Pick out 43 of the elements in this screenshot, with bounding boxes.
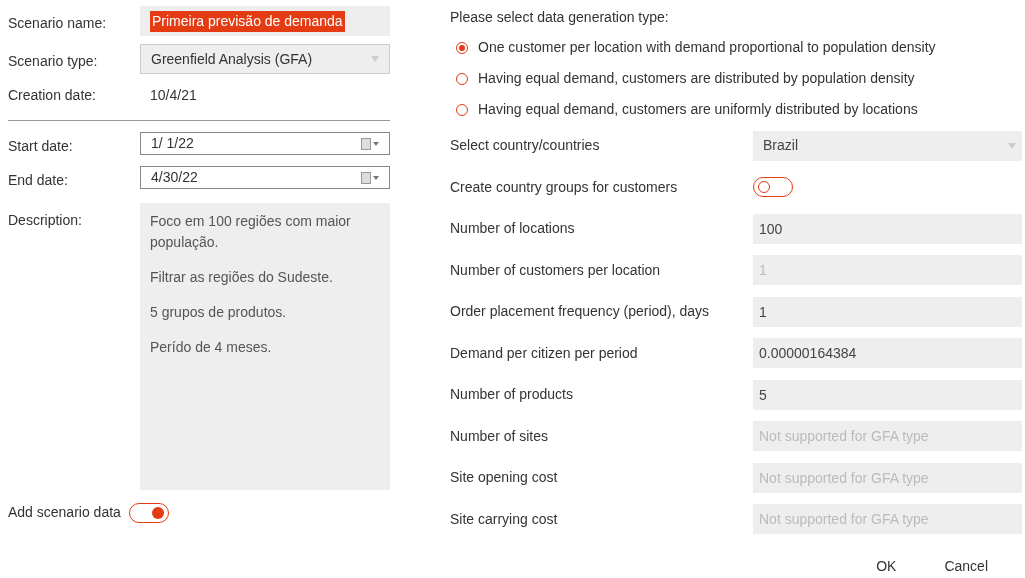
field-label: Order placement frequency (period), days bbox=[450, 302, 711, 322]
text-field[interactable]: Primeira previsão de demanda bbox=[140, 6, 390, 36]
field-label: Number of locations bbox=[450, 219, 576, 239]
input-field[interactable]: 1 bbox=[753, 296, 1022, 327]
field-label: Scenario type: bbox=[8, 52, 99, 71]
option-label[interactable]: Having equal demand, customers are uniformly distributed by locations bbox=[478, 99, 918, 120]
option-label[interactable]: Having equal demand, customers are distributed by population density bbox=[478, 68, 915, 89]
field-label: Select country/countries bbox=[450, 136, 601, 156]
field-label: Number of sites bbox=[450, 426, 550, 446]
input-field[interactable]: 100 bbox=[753, 213, 1022, 244]
field-label: Description: bbox=[8, 211, 83, 230]
field-value: 10/4/21 bbox=[149, 86, 197, 105]
dropdown[interactable]: Brazil bbox=[753, 130, 1022, 161]
field-label: Create country groups for customers bbox=[450, 177, 679, 197]
cancel-button[interactable]: Cancel bbox=[940, 554, 992, 578]
field-label: Creation date: bbox=[8, 86, 97, 105]
field-label: Scenario name: bbox=[8, 14, 108, 33]
toggle-switch[interactable] bbox=[128, 502, 169, 523]
radio-button[interactable] bbox=[456, 72, 468, 85]
field-label: Start date: bbox=[8, 137, 74, 156]
section-title: Please select data generation type: bbox=[450, 8, 670, 27]
field-label: Site opening cost bbox=[450, 468, 559, 488]
ok-button[interactable]: OK bbox=[872, 554, 901, 578]
toggle-label: Add scenario data bbox=[8, 503, 121, 522]
calendar-icon[interactable] bbox=[361, 137, 379, 150]
date-field[interactable]: 4/30/22 bbox=[140, 166, 390, 189]
caret-icon bbox=[371, 56, 379, 62]
field-label: End date: bbox=[8, 171, 69, 190]
field-label: Number of customers per location bbox=[450, 260, 662, 280]
field-label: Number of products bbox=[450, 385, 574, 405]
field-label: Demand per citizen per period bbox=[450, 343, 639, 363]
calendar-icon[interactable] bbox=[361, 171, 379, 184]
option-label[interactable]: One customer per location with demand proportional to population density bbox=[478, 37, 936, 58]
input-field[interactable]: 0.00000164384 bbox=[753, 338, 1022, 369]
date-field[interactable]: 1/ 1/22 bbox=[140, 132, 390, 155]
input-field[interactable]: 5 bbox=[753, 379, 1022, 410]
radio-button[interactable] bbox=[456, 41, 468, 54]
dropdown[interactable]: Greenfield Analysis (GFA) bbox=[140, 44, 390, 74]
caret-icon bbox=[1008, 142, 1016, 149]
radio-button[interactable] bbox=[456, 103, 468, 116]
description-field[interactable]: Foco em 100 regiões com maior população. Filtrar as regiões do Sudeste. 5 grupos de produtos. Perído de 4 meses. bbox=[140, 203, 390, 490]
field-label: Site carrying cost bbox=[450, 509, 559, 529]
toggle-switch[interactable] bbox=[753, 177, 793, 198]
